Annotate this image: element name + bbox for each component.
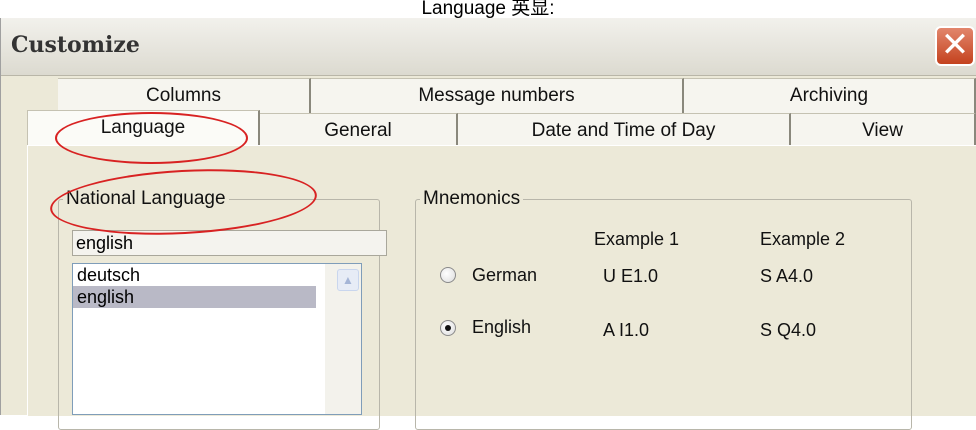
national-language-label: National Language (66, 188, 226, 209)
tab-label: Date and Time of Day (531, 120, 716, 141)
tab-label: Archiving (789, 85, 869, 106)
mnemonics-group: Mnemonics (415, 188, 912, 430)
tab-archiving[interactable]: Archiving (684, 78, 976, 114)
list-scrollbar[interactable]: ▲ (325, 264, 361, 414)
tab-label: Message numbers (418, 85, 575, 106)
list-item-english[interactable]: english (73, 286, 316, 308)
tab-label: Columns (146, 85, 221, 106)
chevron-up-icon: ▲ (342, 273, 354, 287)
example-1-header: Example 1 (594, 229, 680, 249)
window-title: Customize (11, 32, 140, 58)
tab-label: View (862, 120, 903, 141)
english-example-2: S Q4.0 (760, 320, 817, 340)
close-button[interactable]: ✕ (935, 26, 975, 66)
scroll-up-button[interactable]: ▲ (337, 269, 359, 291)
radio-english-label[interactable]: English (472, 317, 531, 338)
english-example-1: A I1.0 (603, 320, 650, 340)
tab-date-and-time-of-day[interactable]: Date and Time of Day (458, 113, 791, 149)
radio-selected-dot (445, 325, 451, 331)
mnemonics-label: Mnemonics (423, 188, 521, 209)
german-example-2: S A4.0 (760, 266, 814, 286)
radio-german[interactable] (440, 267, 456, 283)
tab-message-numbers[interactable]: Message numbers (311, 78, 684, 114)
national-language-value[interactable]: english (72, 230, 387, 256)
title-bar[interactable]: Customize ✕ (1, 18, 976, 76)
tab-view[interactable]: View (791, 113, 976, 149)
tab-columns[interactable]: Columns (58, 78, 311, 114)
radio-english[interactable] (440, 320, 456, 336)
tab-general[interactable]: General (260, 113, 458, 149)
radio-german-label[interactable]: German (472, 265, 537, 286)
close-icon: ✕ (940, 25, 970, 65)
list-item-deutsch[interactable]: deutsch (73, 264, 316, 286)
national-language-list[interactable]: deutsch english ▲ (72, 263, 362, 415)
tab-label: General (324, 120, 392, 141)
caption-text: Language 英显: (421, 0, 555, 19)
example-2-header: Example 2 (760, 229, 846, 249)
german-example-1: U E1.0 (603, 266, 659, 286)
tab-label: Language (100, 117, 186, 138)
tab-language[interactable]: Language (27, 110, 260, 150)
